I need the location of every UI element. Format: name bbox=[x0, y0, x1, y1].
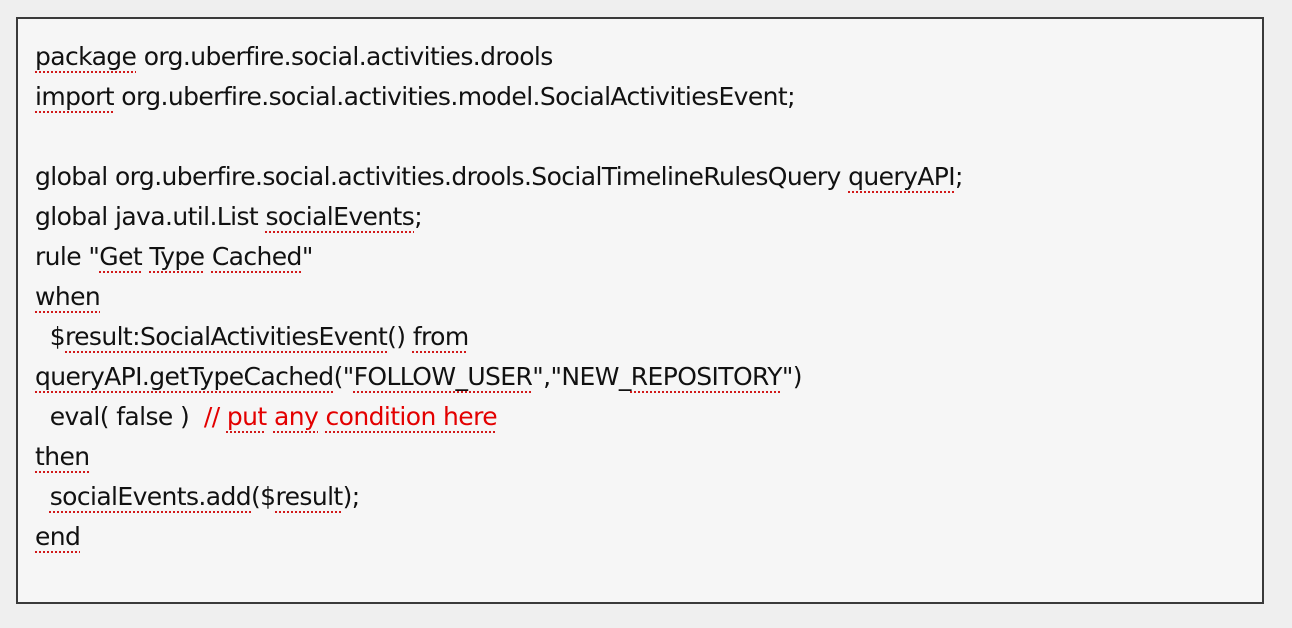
spellcheck-flagged-token: Cached bbox=[211, 242, 303, 271]
code-comment-token bbox=[267, 402, 274, 431]
spellcheck-flagged-token: import bbox=[35, 82, 115, 111]
code-token: ; bbox=[955, 162, 963, 191]
spellcheck-flagged-token: result:SocialActivitiesEvent bbox=[65, 322, 388, 351]
spellcheck-flagged-token: package bbox=[35, 42, 137, 71]
code-token: global org.uberfire.social.activities.dr… bbox=[35, 162, 849, 191]
code-token: ","NEW_ bbox=[532, 362, 631, 391]
code-line: global java.util.List socialEvents; bbox=[35, 197, 963, 237]
code-token: rule " bbox=[35, 242, 100, 271]
code-comment-token bbox=[318, 402, 325, 431]
spellcheck-flagged-token: queryAPI bbox=[848, 162, 956, 191]
code-line: global org.uberfire.social.activities.dr… bbox=[35, 157, 963, 197]
code-token: $ bbox=[35, 322, 66, 351]
spellcheck-flagged-token: Type bbox=[149, 242, 205, 271]
spellcheck-flagged-token: end bbox=[35, 522, 81, 551]
code-token: org.uberfire.social.activities.model.Soc… bbox=[113, 82, 795, 111]
spellcheck-flagged-token: when bbox=[35, 282, 101, 311]
code-token: global java.util.List bbox=[35, 202, 266, 231]
code-comment-token: // bbox=[203, 402, 227, 431]
code-line: socialEvents.add($result); bbox=[35, 477, 963, 517]
spellcheck-flagged-token: queryAPI.getTypeCached bbox=[35, 362, 334, 391]
spellcheck-flagged-token: socialEvents.add bbox=[49, 482, 252, 511]
code-token: () bbox=[387, 322, 413, 351]
code-line: package org.uberfire.social.activities.d… bbox=[35, 37, 963, 77]
spellcheck-flagged-token: FOLLOW_USER bbox=[353, 362, 533, 391]
code-token: ") bbox=[781, 362, 803, 391]
code-comment-token: put bbox=[226, 402, 267, 431]
code-line: eval( false ) // put any condition here bbox=[35, 397, 963, 437]
spellcheck-flagged-token: then bbox=[35, 442, 90, 471]
code-line: import org.uberfire.social.activities.mo… bbox=[35, 77, 963, 117]
spellcheck-flagged-token: result bbox=[275, 482, 344, 511]
code-token: " bbox=[301, 242, 314, 271]
code-line: rule "Get Type Cached" bbox=[35, 237, 963, 277]
code-token: ($ bbox=[251, 482, 276, 511]
spellcheck-flagged-token: Get bbox=[99, 242, 143, 271]
code-token: (" bbox=[333, 362, 355, 391]
code-line: end bbox=[35, 517, 963, 557]
code-comment-token: any bbox=[273, 402, 319, 431]
spellcheck-flagged-token: socialEvents bbox=[265, 202, 415, 231]
code-token: ); bbox=[342, 482, 361, 511]
code-token: ; bbox=[414, 202, 423, 231]
code-listing: package org.uberfire.social.activities.d… bbox=[35, 37, 963, 557]
code-line: then bbox=[35, 437, 963, 477]
code-comment-token: condition here bbox=[325, 402, 498, 431]
code-line: $result:SocialActivitiesEvent() from bbox=[35, 317, 963, 357]
code-line: queryAPI.getTypeCached("FOLLOW_USER","NE… bbox=[35, 357, 963, 397]
code-line: when bbox=[35, 277, 963, 317]
spellcheck-flagged-token: REPOSITORY bbox=[630, 362, 783, 391]
spellcheck-flagged-token: from bbox=[412, 322, 469, 351]
code-token: eval( false ) bbox=[35, 402, 204, 431]
code-token: org.uberfire.social.activities.drools bbox=[136, 42, 554, 71]
code-snippet-box: package org.uberfire.social.activities.d… bbox=[16, 17, 1264, 604]
